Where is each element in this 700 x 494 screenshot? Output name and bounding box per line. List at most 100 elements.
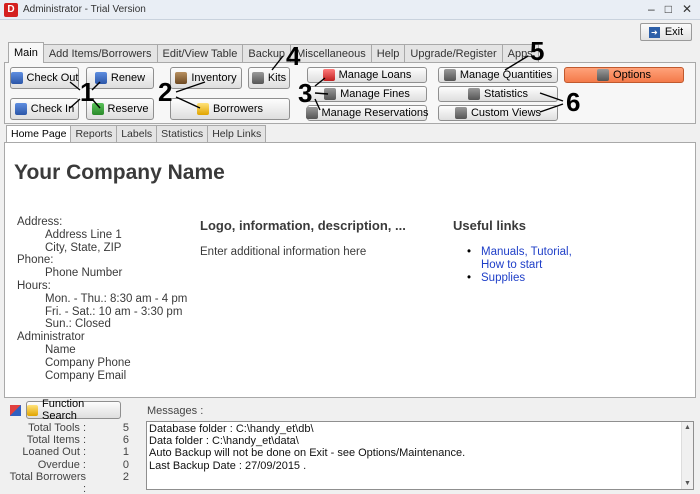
message-line: Auto Backup will not be done on Exit - s… [149, 447, 466, 460]
address-line: Company Email [45, 369, 127, 382]
function-search-button[interactable]: Function Search [26, 398, 121, 422]
scroll-up-icon[interactable]: ▲ [682, 422, 693, 433]
address-line: Fri. - Sat.: 10 am - 3:30 pm [45, 305, 183, 318]
stats-panel: Total Tools :5 Total Items :6 Loaned Out :… [4, 422, 144, 494]
kits-button[interactable]: Kits [248, 67, 290, 89]
stat-label: Loaned Out : [22, 446, 86, 459]
grid-icon[interactable] [10, 405, 21, 416]
message-line: Database folder : C:\handy_et\db\ [149, 423, 314, 435]
renew-icon [94, 72, 107, 84]
scroll-down-icon[interactable]: ▼ [682, 478, 693, 489]
address-line: Address: [17, 216, 63, 228]
address-line: Phone Number [45, 267, 123, 280]
function-search-bar: Function Search Messages : [4, 398, 696, 422]
stat-value: 6 [122, 434, 129, 447]
stat-label: Overdue : [37, 458, 86, 471]
stat-label: Total Items : [26, 434, 86, 447]
stat-value: 5 [122, 422, 129, 434]
check-out-button[interactable]: Check Out [10, 67, 79, 89]
stat-row: Total Items : 6 [4, 434, 144, 446]
messages-scrollbar[interactable]: ▲ ▼ [681, 422, 693, 489]
manage-reservations-button[interactable]: Manage Reservations [305, 105, 429, 121]
annotation-2: 2 [158, 77, 173, 107]
subtab-home-page[interactable]: Home Page [6, 125, 72, 142]
exit-label: Exit [664, 26, 684, 38]
manage-loans-button[interactable]: Manage Loans [307, 67, 427, 83]
statistics-button[interactable]: Statistics [438, 86, 558, 102]
borrowers-icon [196, 103, 209, 115]
subtab-labels[interactable]: Labels [116, 125, 158, 142]
annotation-5: 5 [530, 36, 545, 66]
clock-icon [305, 107, 318, 119]
manage-quantities-icon [443, 69, 456, 81]
stat-row: Total Borrowers : 2 [4, 470, 144, 494]
manage-fines-button[interactable]: Manage Fines [307, 86, 427, 102]
logo-text: Enter additional information here [200, 246, 367, 258]
statistics-icon [467, 88, 480, 100]
stat-row: Overdue : 0 [4, 459, 144, 471]
tab-add-items-borrowers[interactable]: Add Items/Borrowers [42, 44, 158, 63]
borrowers-button[interactable]: Borrowers [170, 98, 290, 120]
manage-quantities-button[interactable]: Manage Quantities [438, 67, 558, 83]
logo-heading: Logo, information, description, ... [200, 218, 406, 233]
address-line: Administrator [17, 331, 85, 344]
manage-loans-icon [322, 69, 335, 81]
subtab-help-links[interactable]: Help Links [207, 125, 267, 142]
annotation-3: 3 [298, 78, 313, 108]
renew-button[interactable]: Renew [86, 67, 154, 89]
stat-value: 2 [122, 470, 129, 483]
tab-miscellaneous[interactable]: Miscellaneous [290, 44, 372, 63]
address-line: Company Phone [45, 356, 131, 369]
annotation-1: 1 [80, 77, 95, 107]
custom-views-button[interactable]: Custom Views [438, 105, 558, 121]
subtab-reports[interactable]: Reports [70, 125, 118, 142]
close-icon[interactable]: ✕ [682, 2, 692, 16]
check-out-icon [10, 72, 23, 84]
messages-label: Messages : [147, 405, 204, 417]
stat-value: 0 [122, 458, 129, 471]
custom-views-icon [454, 107, 467, 119]
tab-backup[interactable]: Backup [242, 44, 292, 63]
stat-label: Total Borrowers : [9, 470, 86, 494]
window-title: Administrator - Trial Version [23, 4, 146, 15]
reserve-button[interactable]: Reserve [86, 98, 154, 120]
stat-row: Total Tools : 5 [4, 422, 144, 434]
link-manuals[interactable]: Manuals, Tutorial, How to start [463, 246, 572, 272]
subtab-statistics[interactable]: Statistics [156, 125, 209, 142]
useful-links-list: Manuals, Tutorial, How to start Supplies [463, 246, 572, 285]
annotation-6: 6 [566, 87, 581, 117]
tab-upgrade-register[interactable]: Upgrade/Register [404, 44, 503, 63]
exit-icon: ➜ [648, 26, 660, 38]
sub-tabs: Home Page Reports Labels Statistics Help… [6, 125, 267, 142]
kits-icon [251, 72, 264, 84]
inventory-icon [175, 72, 188, 84]
maximize-icon[interactable]: □ [665, 2, 672, 16]
link-supplies[interactable]: Supplies [463, 272, 572, 285]
check-in-button[interactable]: Check In [10, 98, 79, 120]
tab-main[interactable]: Main [8, 42, 44, 63]
stat-row: Loaned Out : 1 [4, 446, 144, 458]
exit-button[interactable]: ➜ Exit [640, 23, 692, 41]
tab-edit-view-table[interactable]: Edit/View Table [156, 44, 244, 63]
address-line: Address Line 1 [45, 228, 122, 241]
app-icon: D [4, 2, 18, 17]
tab-help[interactable]: Help [370, 44, 406, 63]
inventory-button[interactable]: Inventory [170, 67, 242, 89]
company-name: Your Company Name [14, 161, 225, 184]
messages-box[interactable]: Database folder : C:\handy_et\db\ Data fo… [146, 421, 694, 490]
search-icon [27, 404, 38, 416]
message-line: Data folder : C:\handy_et\data\ [149, 435, 299, 448]
main-tabs: Main Add Items/Borrowers Edit/View Table… [8, 42, 539, 63]
address-block: Address: Address Line 1 City, State, ZIP Ph… [17, 216, 187, 382]
home-page-content: Your Company Name Address: Address Line 1… [4, 142, 696, 398]
messages-lines: Database folder : C:\handy_et\db\ Data fo… [149, 423, 691, 472]
minimize-icon[interactable]: – [648, 2, 655, 16]
stat-label: Total Tools : [28, 422, 86, 434]
address-line: Mon. - Thu.: 8:30 am - 4 pm [45, 292, 188, 305]
address-line: City, State, ZIP [45, 241, 122, 254]
address-line: Hours: [17, 279, 51, 292]
options-button[interactable]: Options [564, 67, 684, 83]
useful-links-heading: Useful links [453, 218, 526, 233]
address-line: Name [45, 343, 76, 356]
manage-fines-icon [324, 88, 337, 100]
